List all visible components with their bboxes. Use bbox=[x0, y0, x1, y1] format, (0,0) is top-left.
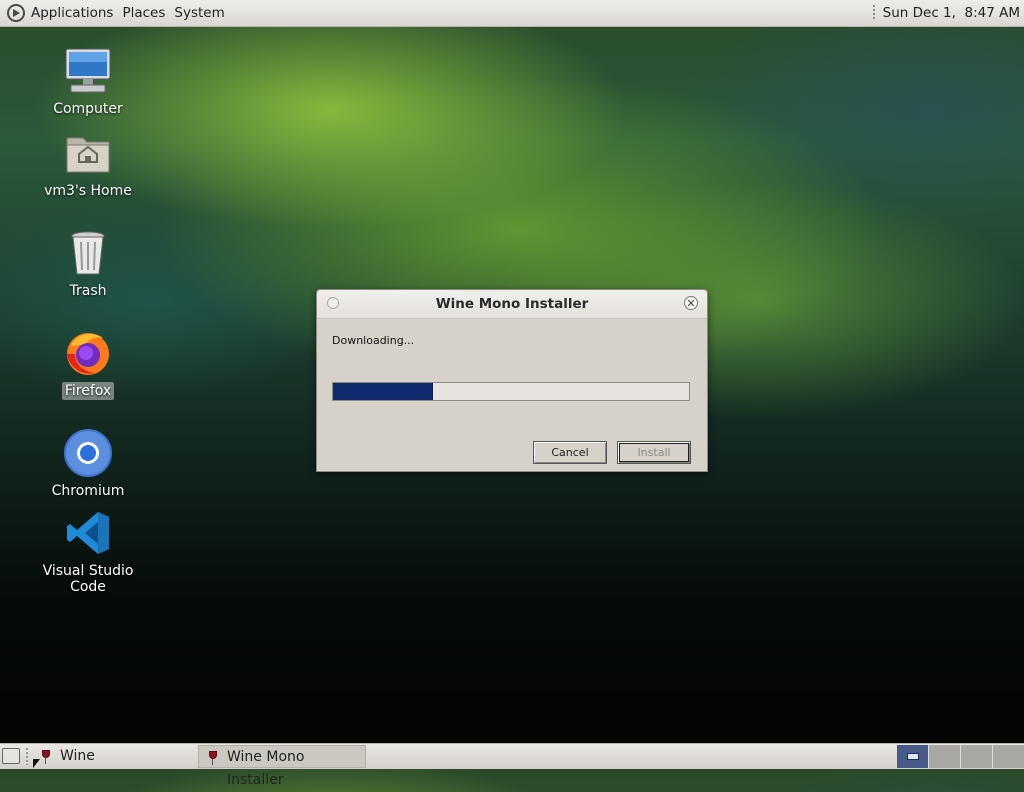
system-logo-icon[interactable] bbox=[7, 4, 25, 22]
firefox-icon bbox=[63, 328, 113, 378]
panel-separator bbox=[872, 5, 875, 21]
install-button[interactable]: Install bbox=[617, 441, 691, 464]
taskbar-item-wine-mono-installer[interactable]: Wine Mono Installer bbox=[198, 745, 366, 788]
desktop-icon-label: Computer bbox=[53, 101, 123, 117]
desktop-icon-chromium[interactable]: Chromium bbox=[28, 428, 148, 500]
desktop-icon-firefox[interactable]: Firefox bbox=[28, 328, 148, 400]
chromium-icon bbox=[63, 428, 113, 478]
menu-system[interactable]: System bbox=[174, 5, 224, 21]
bottom-taskbar: Wine Wine Mono Installer bbox=[0, 743, 1024, 788]
desktop-icon-label: vm3's Home bbox=[44, 183, 132, 199]
progress-fill bbox=[333, 383, 433, 400]
trash-icon bbox=[63, 228, 113, 278]
dialog-title: Wine Mono Installer bbox=[435, 296, 589, 312]
workspace-switcher bbox=[896, 745, 1024, 768]
desktop-icon-vscode[interactable]: Visual Studio Code bbox=[28, 508, 148, 596]
mouse-cursor-icon bbox=[33, 759, 40, 768]
workspace-2[interactable] bbox=[928, 745, 960, 768]
desktop-icon-label: Firefox bbox=[61, 382, 115, 400]
window-menu-icon[interactable] bbox=[327, 297, 339, 309]
clock-area: Sun Dec 1, 8:47 AM bbox=[872, 0, 1020, 26]
wine-mono-installer-dialog: Wine Mono Installer ✕ Downloading... Can… bbox=[316, 289, 708, 472]
taskbar-item-label: Wine Mono Installer bbox=[227, 749, 305, 788]
wine-glass-icon bbox=[209, 751, 217, 765]
vscode-icon bbox=[63, 508, 113, 558]
workspace-1[interactable] bbox=[896, 745, 928, 768]
close-icon[interactable]: ✕ bbox=[684, 296, 698, 310]
home-folder-icon bbox=[63, 128, 113, 178]
desktop-icon-label: Visual Studio Code bbox=[42, 563, 134, 595]
clock[interactable]: Sun Dec 1, 8:47 AM bbox=[883, 5, 1020, 21]
desktop-icon-home[interactable]: vm3's Home bbox=[28, 128, 148, 200]
menu-places[interactable]: Places bbox=[122, 5, 165, 21]
cancel-button[interactable]: Cancel bbox=[533, 441, 607, 464]
dialog-titlebar[interactable]: Wine Mono Installer ✕ bbox=[317, 290, 707, 319]
desktop-icon-trash[interactable]: Trash bbox=[28, 228, 148, 300]
taskbar-separator bbox=[26, 748, 28, 765]
desktop-icon-label: Trash bbox=[69, 283, 107, 299]
workspace-4[interactable] bbox=[992, 745, 1024, 768]
taskbar-item-label: Wine bbox=[60, 748, 95, 764]
wine-glass-icon bbox=[42, 750, 50, 764]
top-panel: Applications Places System Sun Dec 1, 8:… bbox=[0, 0, 1024, 27]
download-progress-bar bbox=[332, 382, 690, 401]
computer-icon bbox=[63, 46, 113, 96]
workspace-3[interactable] bbox=[960, 745, 992, 768]
desktop-icon-computer[interactable]: Computer bbox=[28, 46, 148, 118]
download-status: Downloading... bbox=[332, 334, 415, 347]
show-desktop-icon[interactable] bbox=[2, 748, 20, 764]
menu-applications[interactable]: Applications bbox=[31, 5, 113, 21]
taskbar-item-wine[interactable]: Wine bbox=[32, 745, 192, 768]
desktop-icon-label: Chromium bbox=[51, 483, 125, 499]
